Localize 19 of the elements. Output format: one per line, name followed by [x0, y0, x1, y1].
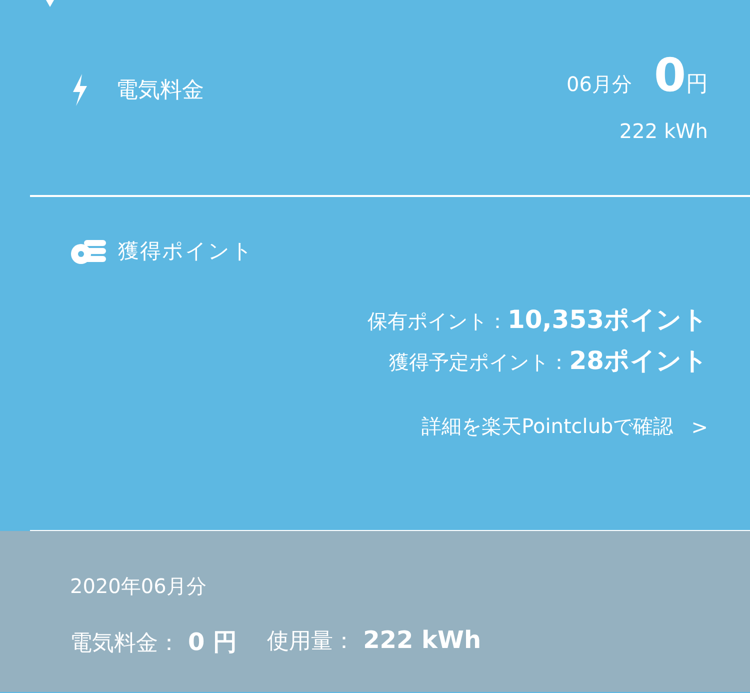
billing-period: 2020年06月分 [70, 573, 208, 600]
pointclub-link[interactable]: 詳細を楽天Pointclubで確認 > [422, 413, 708, 440]
points-value: 28ポイント [569, 345, 708, 377]
points-label: 獲得予定ポイント： [389, 349, 570, 376]
usage-amount: 222 kWh [619, 119, 708, 143]
bill-amount: 0 [654, 52, 686, 98]
summary-value: 0 円 [188, 627, 238, 658]
section-title: 電気料金 [116, 77, 204, 105]
billing-month: 06月分 [566, 71, 632, 98]
summary-value: 222 kWh [363, 626, 482, 654]
lightning-icon [70, 74, 90, 106]
caret-icon [44, 0, 56, 7]
section-title: 獲得ポイント [118, 238, 254, 265]
summary-label: 使用量： [267, 628, 356, 656]
coins-icon [70, 238, 108, 264]
summary-label: 電気料金： [70, 630, 180, 658]
points-value: 10,353ポイント [508, 304, 708, 336]
points-label: 保有ポイント： [368, 308, 508, 335]
currency-unit: 円 [686, 71, 708, 99]
